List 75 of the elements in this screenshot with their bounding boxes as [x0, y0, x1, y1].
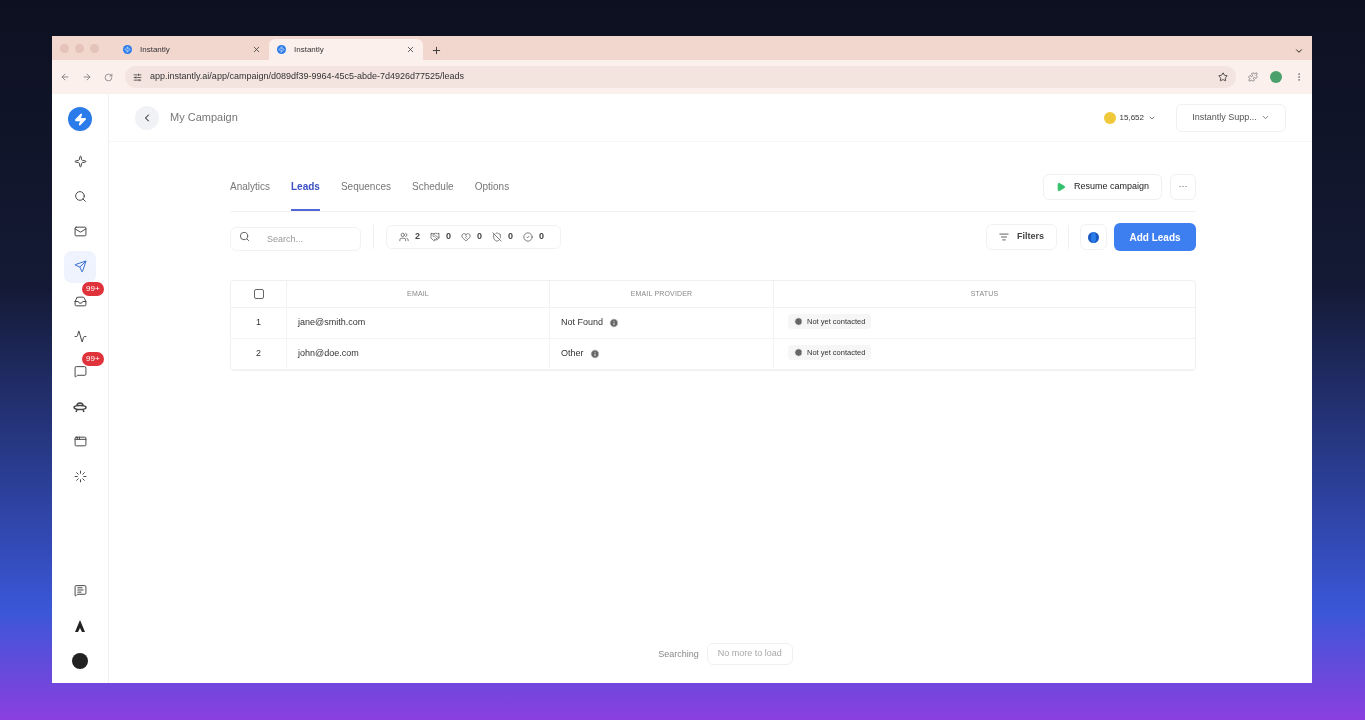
- play-icon: [1055, 182, 1066, 192]
- bookmark-icon[interactable]: [1218, 72, 1228, 82]
- more-button[interactable]: ···: [1170, 174, 1196, 200]
- site-settings-icon[interactable]: [133, 72, 142, 82]
- info-icon[interactable]: [609, 318, 620, 328]
- logo-icon: [123, 45, 132, 54]
- window-icon: [73, 435, 87, 448]
- tab-title: Instantly: [140, 43, 171, 56]
- filters-button[interactable]: Filters: [986, 224, 1057, 250]
- profile-avatar[interactable]: [1270, 71, 1282, 83]
- browser-tab[interactable]: Instantly: [115, 39, 269, 60]
- app-logo[interactable]: [68, 107, 92, 131]
- email-cell: john@doe.com: [298, 347, 359, 361]
- back-icon[interactable]: [60, 72, 70, 82]
- row-number: 1: [256, 316, 261, 330]
- tab-title: Instantly: [294, 43, 325, 56]
- reload-icon[interactable]: [104, 72, 113, 82]
- email-cell: jane@smith.com: [298, 316, 366, 330]
- count-badge: 99+: [82, 352, 104, 366]
- select-all-checkbox[interactable]: [253, 289, 264, 299]
- view-toggle-button[interactable]: [1080, 224, 1107, 250]
- search-field[interactable]: Search...: [230, 227, 361, 251]
- tab[interactable]: Leads: [291, 179, 320, 211]
- sparkle-icon: [73, 155, 87, 168]
- coin-icon: [1103, 111, 1116, 124]
- check-icon: [523, 232, 534, 242]
- stat-count: 0: [477, 230, 483, 244]
- stat-count: 0: [508, 230, 514, 244]
- loading-status: Searching: [658, 648, 699, 661]
- stat-count: 2: [415, 230, 420, 244]
- logo-icon: [277, 45, 286, 54]
- count-badge: 99+: [82, 282, 104, 296]
- stat-count: 0: [446, 230, 452, 244]
- row-number: 2: [256, 347, 261, 361]
- search-icon: [239, 231, 250, 242]
- tab[interactable]: Sequences: [340, 179, 391, 211]
- caret-icon: [1260, 113, 1270, 122]
- send-icon: [73, 260, 87, 273]
- dots-icon: [73, 470, 87, 483]
- tab-list-icon[interactable]: [1294, 46, 1304, 56]
- handshake-icon: [430, 232, 440, 242]
- tab[interactable]: Analytics: [230, 179, 270, 211]
- avatar[interactable]: [72, 653, 88, 669]
- provider-cell: Not Found: [561, 316, 604, 330]
- browser-tab[interactable]: Instantly: [269, 39, 423, 60]
- address-bar[interactable]: app.instantly.ai/app/campaign/d089df39-9964-45c5-abde-7d4926d77525/leads: [125, 66, 1236, 88]
- extensions-icon[interactable]: [1248, 72, 1258, 82]
- resume-campaign-button[interactable]: Resume campaign: [1042, 174, 1162, 200]
- chart-icon: [73, 330, 87, 343]
- inbox-icon: [73, 295, 87, 308]
- filter-icon: [999, 232, 1009, 242]
- feedback-icon: [73, 584, 87, 597]
- forward-icon[interactable]: [82, 72, 92, 82]
- ufo-icon: [73, 400, 87, 413]
- provider-cell: Other: [561, 347, 584, 361]
- toggle-icon: [1088, 231, 1099, 243]
- tab[interactable]: Options: [474, 179, 510, 211]
- stat-count: 0: [539, 230, 545, 244]
- credits-button[interactable]: 15,652: [1103, 111, 1156, 124]
- search-icon: [73, 190, 87, 203]
- bolt-icon: [73, 112, 87, 126]
- users-icon: [399, 232, 409, 242]
- bounce-icon: [492, 232, 503, 242]
- mail-icon: [73, 225, 87, 238]
- close-icon[interactable]: [406, 45, 415, 54]
- add-leads-button[interactable]: Add Leads: [1114, 223, 1196, 251]
- info-icon[interactable]: [589, 349, 600, 359]
- new-tab-icon[interactable]: [431, 45, 442, 56]
- chat-icon: [73, 365, 87, 378]
- url-text: app.instantly.ai/app/campaign/d089df39-9964-45c5-abde-7d4926d77525/leads: [150, 70, 466, 84]
- tab[interactable]: Schedule: [411, 179, 454, 211]
- workspace-dropdown[interactable]: Instantly Supp...: [1176, 103, 1286, 132]
- campaign-title: My Campaign: [170, 110, 238, 126]
- heart-icon: [461, 232, 472, 242]
- close-icon[interactable]: [252, 45, 261, 54]
